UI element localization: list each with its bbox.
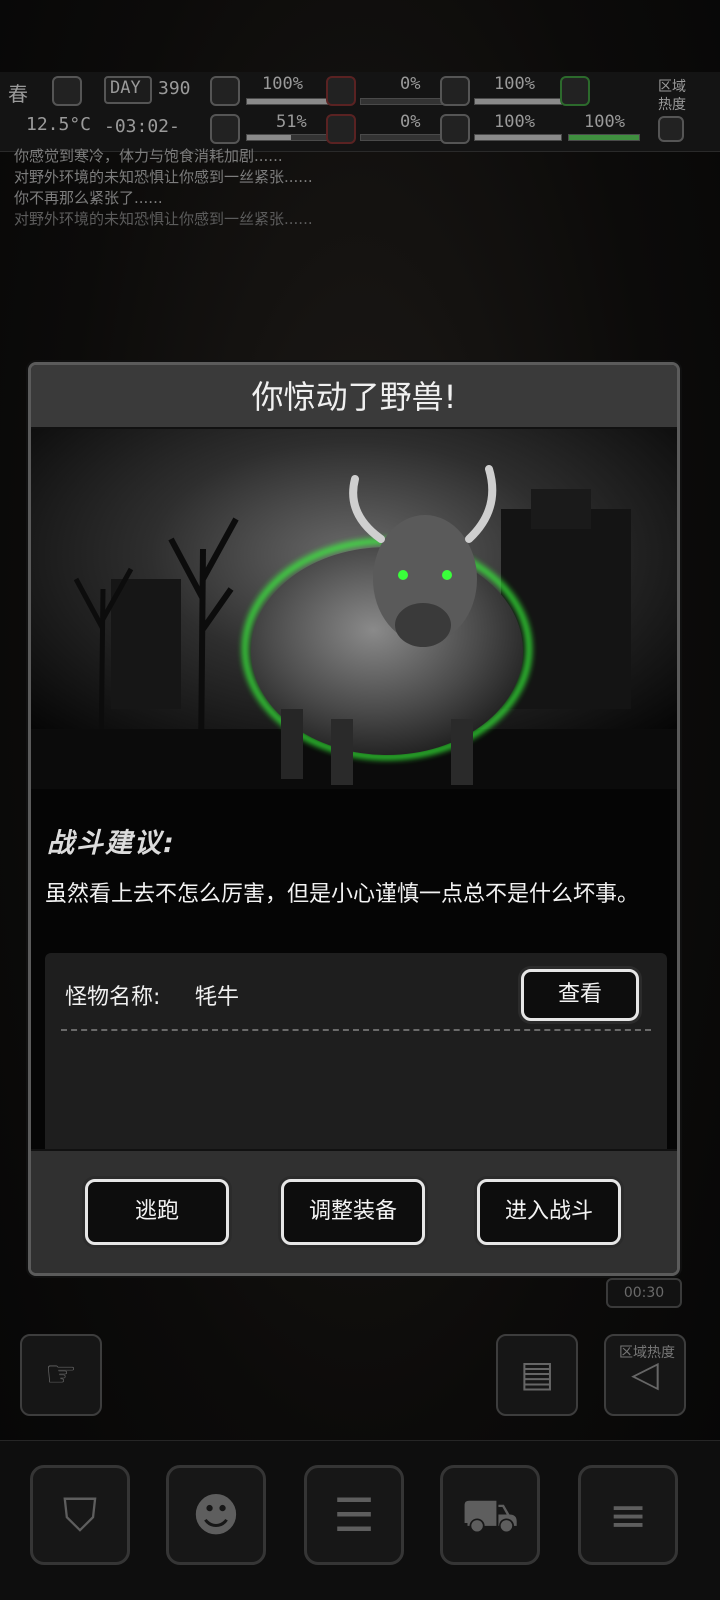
battle-advice-text: 虽然看上去不怎么厉害，但是小心谨慎一点总不是什么坏事。	[45, 882, 640, 907]
map-document-icon[interactable]: ▤	[496, 1334, 578, 1416]
monster-name-label: 怪物名称:	[65, 985, 161, 1010]
heart-icon	[440, 114, 470, 144]
divider	[61, 1029, 651, 1031]
hud-heat-label: 区域热度	[658, 79, 686, 113]
enter-battle-button[interactable]: 进入战斗	[477, 1179, 621, 1245]
menu-icon[interactable]: ≡	[578, 1465, 678, 1565]
water-percent: 100%	[584, 112, 625, 132]
stamina-percent: 100%	[494, 112, 535, 132]
gesture-action-icon[interactable]: ☞	[20, 1334, 102, 1416]
backpack-icon[interactable]: ⛉	[30, 1465, 130, 1565]
log-line: 对野外环境的未知恐惧让你感到一丝紧张......	[14, 168, 313, 186]
monster-name-value: 牦牛	[195, 985, 240, 1010]
day-label: DAY	[110, 78, 141, 98]
log-line: 你不再那么紧张了......	[14, 189, 163, 207]
clock-readout: -03:02-	[104, 116, 180, 137]
sanity-bar	[246, 134, 334, 141]
encounter-dialog: 你惊动了野兽! 战斗建议: 虽然看上去不怎么厉害，但是小心谨慎一点总不是什么坏事…	[28, 362, 680, 1276]
brain-status-icon	[210, 114, 240, 144]
sanity-percent: 51%	[276, 112, 307, 132]
brain-icon[interactable]: ☻	[166, 1465, 266, 1565]
blood-icon	[326, 114, 356, 144]
medkit-icon	[210, 76, 240, 106]
dialog-body: 战斗建议: 虽然看上去不怎么厉害，但是小心谨慎一点总不是什么坏事。 怪物名称: …	[31, 429, 677, 1195]
food-bar	[474, 98, 562, 105]
infection-percent: 0%	[400, 112, 421, 132]
food-percent: 100%	[494, 74, 535, 94]
bottom-tab-bar: ⛉ ☻ ☰ ⛟ ≡	[0, 1440, 720, 1600]
adjust-equipment-button[interactable]: 调整装备	[281, 1179, 425, 1245]
battle-advice-title: 战斗建议:	[47, 828, 176, 859]
dialog-actions: 逃跑 调整装备 进入战斗	[31, 1149, 677, 1273]
area-heat-label: 区域热度	[619, 1345, 675, 1361]
health-percent: 100%	[262, 74, 303, 94]
log-line: 对野外环境的未知恐惧让你感到一丝紧张......	[14, 210, 313, 228]
temperature-readout: 12.5°C	[26, 114, 92, 135]
water-bar	[568, 134, 640, 141]
event-log: 你感觉到寒冷，体力与饱食消耗加剧...... 对野外环境的未知恐惧让你感到一丝紧…	[14, 146, 694, 230]
speaker-icon[interactable]	[658, 116, 684, 142]
stomach-icon	[440, 76, 470, 106]
flask-icon	[560, 76, 590, 106]
flee-button[interactable]: 逃跑	[85, 1179, 229, 1245]
health-bar	[246, 98, 334, 105]
dialog-title: 你惊动了野兽!	[31, 365, 677, 429]
day-number: 390	[158, 78, 191, 99]
yak-illustration	[31, 429, 677, 789]
status-hud: 春 12.5°C DAY 390 -03:02- 100% 0% 100% 51…	[0, 72, 720, 152]
cart-icon[interactable]: ⛟	[440, 1465, 540, 1565]
weather-cloud-icon	[52, 76, 82, 106]
notebook-icon[interactable]: ☰	[304, 1465, 404, 1565]
bleed-percent: 0%	[400, 74, 421, 94]
season-label: 春	[8, 82, 28, 106]
stamina-bar	[474, 134, 562, 141]
infection-bar	[360, 134, 448, 141]
blood-drop-icon	[326, 76, 356, 106]
bleed-bar	[360, 98, 448, 105]
log-line: 你感觉到寒冷，体力与饱食消耗加剧......	[14, 147, 283, 165]
cooldown-timer: 00:30	[606, 1278, 682, 1308]
view-monster-button[interactable]: 查看	[521, 969, 639, 1021]
